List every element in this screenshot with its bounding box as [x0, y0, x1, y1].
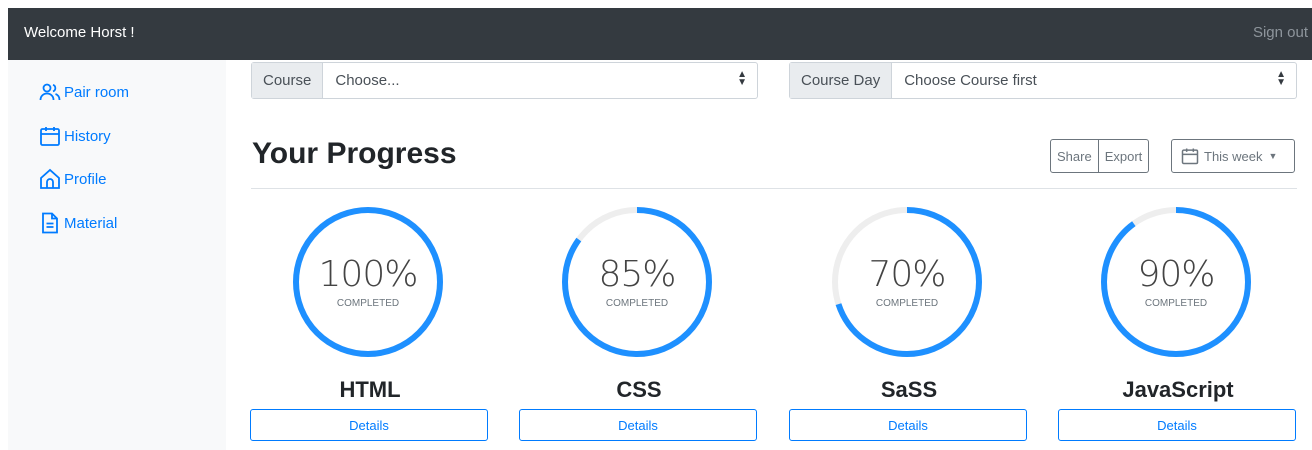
course-day-select-group: Course Day Choose Course first ▲ ▼ — [789, 62, 1297, 99]
share-button[interactable]: Share — [1050, 139, 1099, 173]
progress-caption: COMPLETED — [336, 298, 400, 309]
progress-caption: COMPLETED — [875, 298, 939, 309]
sidebar-item-pair-room[interactable]: Pair room — [38, 80, 129, 104]
course-day-select-value: Choose Course first — [904, 72, 1037, 89]
people-icon — [39, 83, 61, 101]
select-arrows-icon: ▲ ▼ — [1276, 69, 1286, 88]
export-button[interactable]: Export — [1098, 139, 1150, 173]
course-select-prefix: Course — [252, 63, 324, 98]
sidebar-item-label: History — [64, 127, 111, 145]
caret-down-icon: ▼ — [1268, 151, 1278, 161]
details-button[interactable]: Details — [1058, 409, 1296, 441]
course-day-select-prefix: Course Day — [790, 63, 893, 98]
calendar-icon — [1181, 148, 1199, 165]
sidebar-item-label: Profile — [64, 170, 107, 188]
date-range-dropdown[interactable]: This week ▼ — [1171, 139, 1295, 173]
course-select[interactable]: Choose... ▲ ▼ — [323, 63, 757, 98]
title-divider — [251, 188, 1297, 189]
course-day-select[interactable]: Choose Course first ▲ ▼ — [892, 63, 1296, 98]
details-button[interactable]: Details — [789, 409, 1027, 441]
page-title: Your Progress — [252, 137, 457, 170]
sidebar-item-profile[interactable]: Profile — [38, 167, 107, 191]
sidebar: Pair room History Profile Material — [8, 60, 226, 450]
details-button[interactable]: Details — [519, 409, 757, 441]
house-icon — [40, 168, 60, 189]
progress-percent: 90% — [1137, 254, 1215, 295]
sidebar-item-label: Pair room — [64, 83, 130, 101]
progress-percent: 100% — [318, 254, 419, 295]
sign-out-link[interactable]: Sign out — [1253, 24, 1308, 41]
course-name: JavaScript — [1122, 377, 1234, 402]
course-name: CSS — [616, 377, 662, 402]
document-icon — [42, 212, 58, 234]
sidebar-item-material[interactable]: Material — [38, 211, 117, 235]
course-select-value: Choose... — [335, 72, 400, 89]
progress-caption: COMPLETED — [605, 298, 669, 309]
calendar-icon — [40, 127, 60, 146]
progress-percent: 70% — [868, 254, 946, 295]
progress-percent: 85% — [598, 254, 676, 295]
details-button[interactable]: Details — [250, 409, 488, 441]
sidebar-item-label: Material — [64, 214, 118, 232]
course-select-group: Course Choose... ▲ ▼ — [251, 62, 758, 99]
course-name: SaSS — [880, 377, 938, 402]
progress-caption: COMPLETED — [1144, 298, 1208, 309]
top-navbar: Welcome Horst ! Sign out — [8, 8, 1312, 60]
course-name: HTML — [339, 377, 401, 402]
select-arrows-icon: ▲ ▼ — [737, 69, 747, 88]
share-export-group: Share Export — [1050, 139, 1150, 173]
date-range-label: This week — [1204, 148, 1263, 164]
sidebar-item-history[interactable]: History — [38, 124, 111, 148]
welcome-text: Welcome Horst ! — [24, 24, 135, 41]
